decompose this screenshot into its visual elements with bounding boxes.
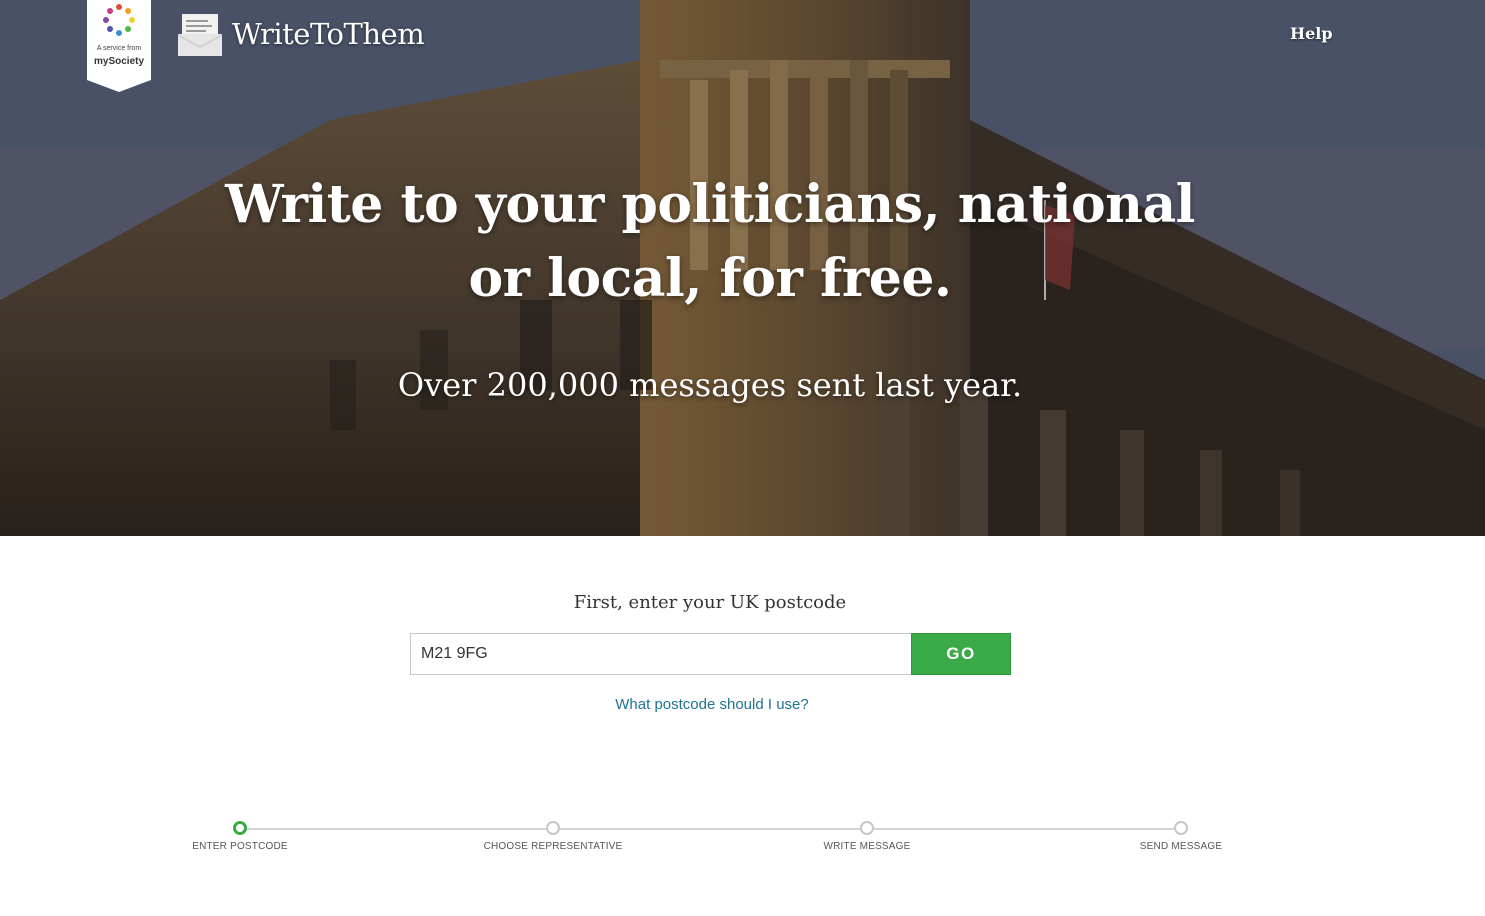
- hero-headline: Write to your politicians, national or l…: [225, 174, 1195, 309]
- step-label: Choose representative: [483, 841, 623, 852]
- badge-tagline: A service from: [96, 45, 142, 52]
- step-choose-representative: Choose representative: [453, 821, 653, 852]
- help-link[interactable]: Help: [1290, 24, 1333, 43]
- step-marker-icon: [860, 821, 874, 835]
- step-marker-icon: [1174, 821, 1188, 835]
- postcode-input[interactable]: [410, 633, 912, 675]
- site-logo[interactable]: WriteToThem: [178, 12, 425, 56]
- step-label: Write message: [823, 841, 911, 852]
- step-marker-icon: [233, 821, 247, 835]
- postcode-help-link[interactable]: What postcode should I use?: [410, 696, 1014, 713]
- hero-subheadline: Over 200,000 messages sent last year.: [397, 366, 1023, 404]
- progress-steps: Enter postcode Choose representative Wri…: [0, 812, 1485, 872]
- postcode-label: First, enter your UK postcode: [573, 592, 847, 613]
- step-label: Send message: [1139, 841, 1223, 852]
- step-enter-postcode: Enter postcode: [140, 821, 340, 852]
- go-button[interactable]: GO: [911, 633, 1011, 675]
- envelope-icon: [178, 14, 222, 56]
- badge-brand-name: mySociety: [93, 56, 145, 67]
- mysociety-badge[interactable]: A service from mySociety: [87, 0, 151, 92]
- step-marker-icon: [546, 821, 560, 835]
- site-name: WriteToThem: [232, 17, 425, 51]
- step-label: Enter postcode: [192, 841, 288, 852]
- step-write-message: Write message: [767, 821, 967, 852]
- step-send-message: Send message: [1081, 821, 1281, 852]
